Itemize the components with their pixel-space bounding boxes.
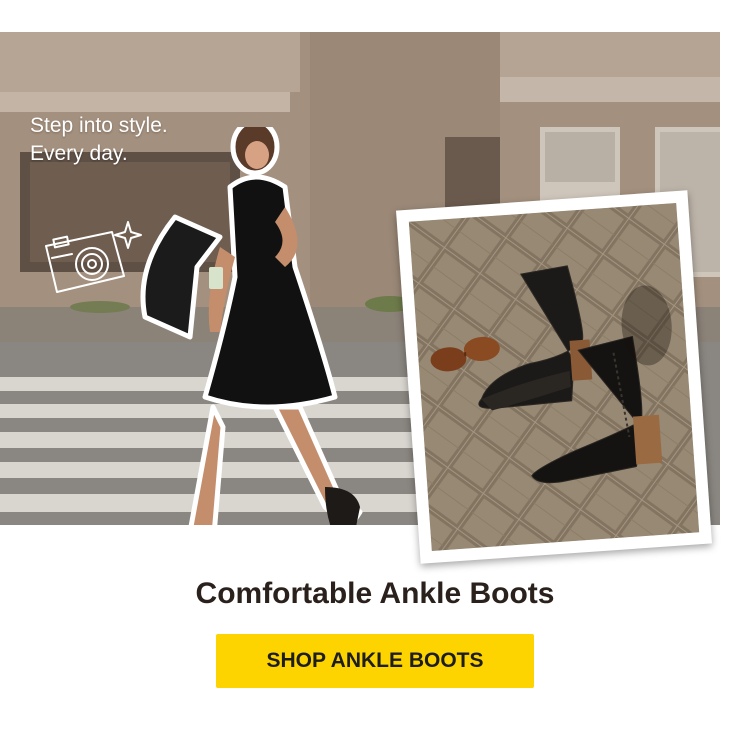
headline: Comfortable Ankle Boots [195,577,555,610]
shop-ankle-boots-button[interactable]: SHOP ANKLE BOOTS [216,634,534,688]
boots-photo [408,203,700,551]
model-walking-image [140,127,363,525]
camera-icon [45,221,142,293]
ankle-boots-image [408,203,700,551]
boots-photo-frame [396,190,712,564]
